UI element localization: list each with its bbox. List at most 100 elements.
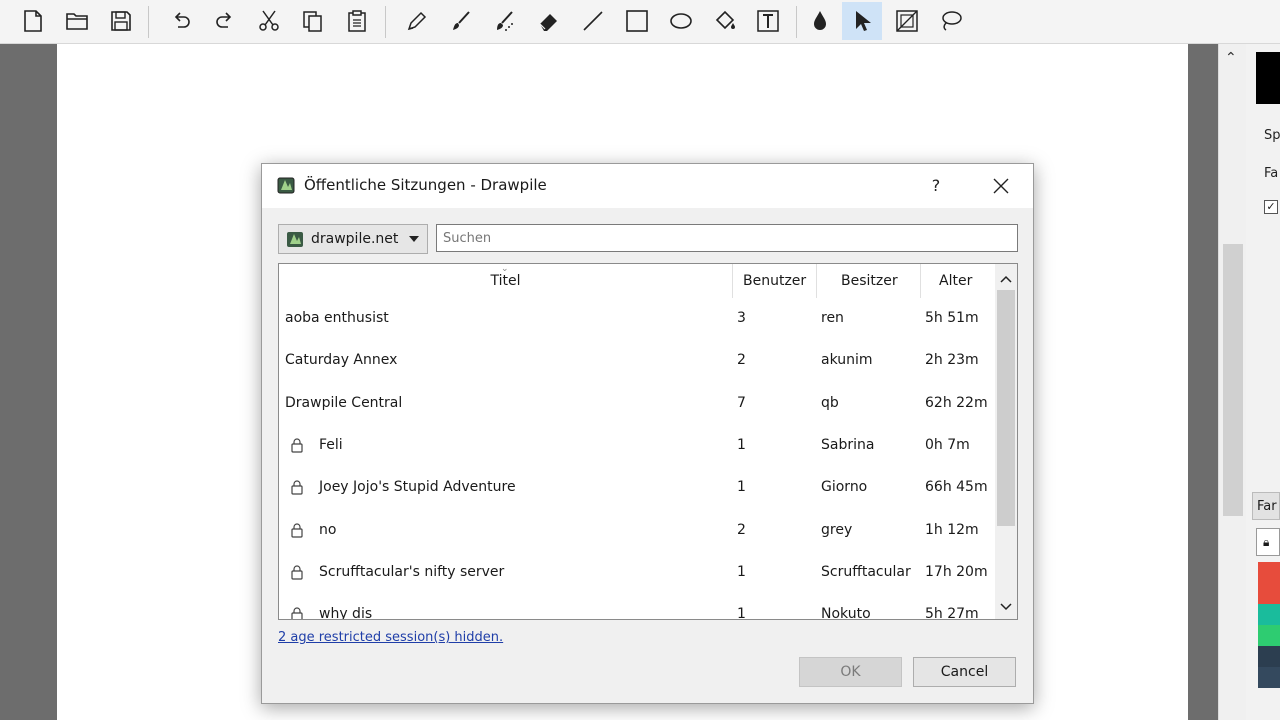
palette-color-swatch[interactable]: [1258, 625, 1280, 646]
session-title: Caturday Annex: [285, 352, 398, 369]
session-users: 2: [737, 521, 746, 538]
table-scrollbar[interactable]: [995, 264, 1017, 619]
session-users: 7: [737, 394, 746, 411]
ok-button[interactable]: OK: [799, 657, 902, 687]
transform-selection-icon[interactable]: [887, 2, 927, 40]
session-users: 1: [737, 436, 746, 453]
column-header-title[interactable]: ⌄ Titel: [279, 264, 733, 298]
search-input[interactable]: [436, 224, 1018, 252]
airbrush-icon[interactable]: [485, 2, 525, 40]
pencil-icon[interactable]: [397, 2, 437, 40]
new-document-icon[interactable]: [13, 2, 53, 40]
help-button[interactable]: ?: [918, 170, 954, 202]
public-sessions-dialog: Öffentliche Sitzungen - Drawpile ? drawp…: [261, 163, 1034, 704]
column-header-owner[interactable]: Besitzer: [817, 264, 921, 298]
line-icon[interactable]: [573, 2, 613, 40]
session-title: Joey Jojo's Stupid Adventure: [319, 479, 516, 496]
session-users: 1: [737, 563, 746, 580]
session-age: 17h 20m: [925, 563, 988, 580]
dock-label-sp: Sp: [1264, 128, 1280, 143]
color-picker-icon[interactable]: [800, 2, 840, 40]
dock-checkbox[interactable]: ✓: [1264, 200, 1278, 214]
scroll-up-button[interactable]: [995, 268, 1017, 290]
canvas-scrollbar[interactable]: ⌃: [1218, 44, 1246, 720]
session-title-cell: Drawpile Central: [285, 395, 402, 411]
palette-color-swatch[interactable]: [1258, 646, 1280, 667]
cancel-button[interactable]: Cancel: [913, 657, 1016, 687]
session-title-cell: Joey Jojo's Stupid Adventure: [285, 479, 516, 495]
brush-icon[interactable]: [441, 2, 481, 40]
undo-icon[interactable]: [161, 2, 201, 40]
copy-icon[interactable]: [293, 2, 333, 40]
session-title-cell: no: [285, 522, 336, 538]
save-icon[interactable]: [101, 2, 141, 40]
scroll-up-arrow-icon[interactable]: ⌃: [1225, 50, 1237, 66]
dock-tab-color[interactable]: Far: [1252, 492, 1280, 520]
palette-color-swatch[interactable]: [1258, 667, 1280, 688]
session-owner: ren: [821, 310, 844, 326]
redo-icon[interactable]: [205, 2, 245, 40]
session-age: 5h 51m: [925, 310, 979, 326]
table-header: ⌄ Titel Benutzer Besitzer Alter: [279, 264, 995, 298]
current-color-swatch[interactable]: [1256, 52, 1280, 104]
open-folder-icon[interactable]: [57, 2, 97, 40]
session-owner: Nokuto: [821, 606, 871, 620]
text-icon[interactable]: [748, 2, 788, 40]
session-owner: qb: [821, 394, 839, 411]
table-row[interactable]: Caturday Annex 2 akunim 2h 23m: [279, 340, 995, 382]
session-owner: Giorno: [821, 479, 868, 496]
scroll-down-button[interactable]: [995, 596, 1017, 618]
table-row[interactable]: Joey Jojo's Stupid Adventure 1 Giorno 66h 4…: [279, 467, 995, 509]
lock-icon: [291, 607, 303, 619]
session-age: 66h 45m: [925, 479, 988, 496]
ellipse-icon[interactable]: [661, 2, 701, 40]
table-body: aoba enthusist 3 ren 5h 51m Caturday Annex 2 a…: [279, 298, 995, 620]
lasso-icon[interactable]: [931, 2, 971, 40]
table-scrollbar-thumb[interactable]: [997, 290, 1015, 526]
table-row[interactable]: Feli 1 Sabrina 0h 7m: [279, 425, 995, 467]
rectangle-icon[interactable]: [617, 2, 657, 40]
sessions-table: ⌄ Titel Benutzer Besitzer Alter aoba ent…: [278, 263, 1018, 620]
main-toolbar: [0, 0, 1280, 44]
column-title-label: Titel: [490, 273, 521, 289]
palette-color-swatch[interactable]: [1258, 604, 1280, 625]
session-title-cell: Scrufftacular's nifty server: [285, 564, 504, 580]
cut-icon[interactable]: [249, 2, 289, 40]
fill-bucket-icon[interactable]: [705, 2, 745, 40]
drawpile-server-icon: [287, 232, 303, 247]
paste-icon[interactable]: [337, 2, 377, 40]
hidden-sessions-link[interactable]: 2 age restricted session(s) hidden.: [278, 630, 503, 645]
right-dock-panel: Sp Fa ✓ Far 🔒︎: [1246, 44, 1280, 720]
session-title-cell: Feli: [285, 437, 343, 453]
session-title: Scrufftacular's nifty server: [319, 563, 505, 580]
server-select-value: drawpile.net: [311, 231, 399, 247]
session-owner: grey: [821, 521, 853, 538]
dock-lock-icon[interactable]: 🔒︎: [1256, 528, 1280, 556]
lock-icon: [291, 565, 303, 580]
lock-icon: [291, 438, 303, 453]
dialog-title: Öffentliche Sitzungen - Drawpile: [304, 176, 547, 194]
table-row[interactable]: why dis 1 Nokuto 5h 27m: [279, 594, 995, 620]
column-header-users[interactable]: Benutzer: [733, 264, 817, 298]
table-row[interactable]: Drawpile Central 7 qb 62h 22m: [279, 383, 995, 425]
session-title: why dis: [319, 606, 373, 620]
palette-color-swatch[interactable]: [1258, 583, 1280, 604]
close-icon: [993, 178, 1009, 194]
table-row[interactable]: no 2 grey 1h 12m: [279, 510, 995, 552]
column-header-age[interactable]: Alter: [921, 264, 995, 298]
select-arrow-icon[interactable]: [842, 2, 882, 40]
lock-icon: [291, 522, 303, 538]
server-select[interactable]: drawpile.net: [278, 224, 428, 254]
dock-label-fa: Fa: [1264, 166, 1279, 181]
session-owner: Sabrina: [821, 436, 875, 453]
scrollbar-thumb[interactable]: [1223, 244, 1243, 516]
table-row[interactable]: aoba enthusist 3 ren 5h 51m: [279, 298, 995, 340]
palette-color-swatch[interactable]: [1258, 562, 1280, 583]
session-age: 0h 7m: [925, 436, 970, 453]
session-title: Drawpile Central: [285, 394, 403, 411]
eraser-icon[interactable]: [529, 2, 569, 40]
close-button[interactable]: [978, 170, 1024, 202]
table-row[interactable]: Scrufftacular's nifty server 1 Scrufftacul…: [279, 552, 995, 594]
session-title: no: [319, 521, 337, 538]
session-title-cell: Caturday Annex: [285, 352, 397, 368]
